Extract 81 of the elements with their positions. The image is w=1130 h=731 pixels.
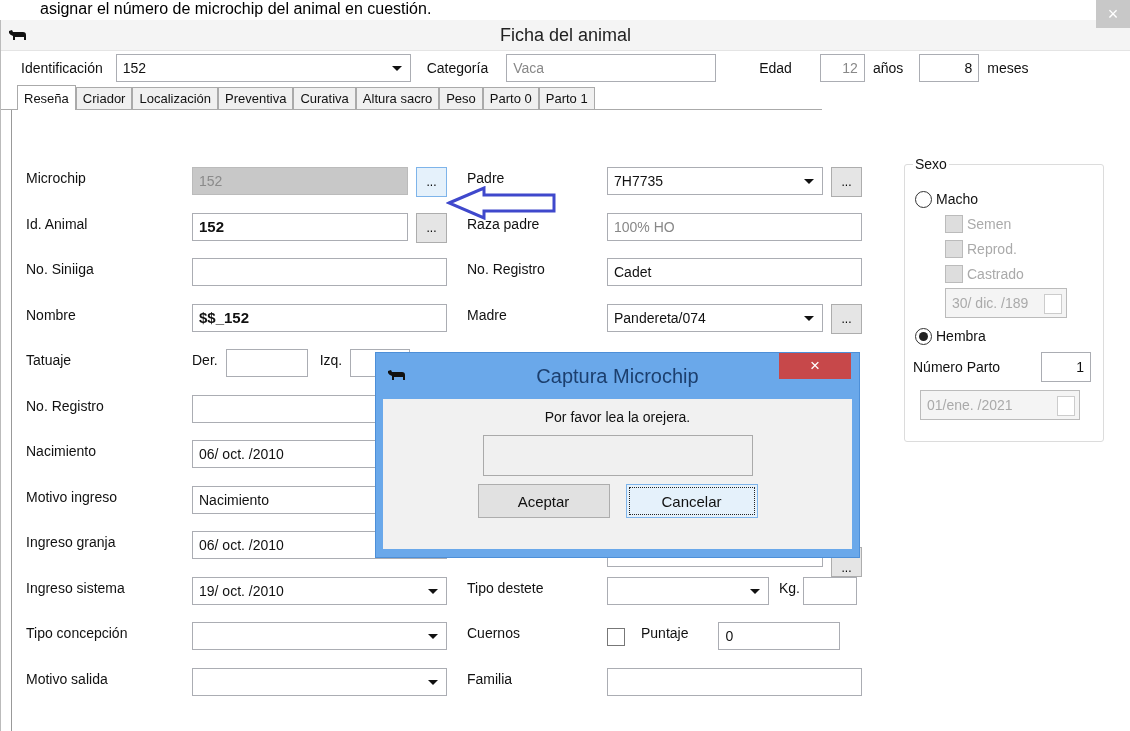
field-label: Edad (759, 60, 792, 76)
field-label: Motivo ingreso (26, 487, 119, 505)
field-label: Ingreso sistema (26, 578, 126, 596)
field-label: Padre (467, 169, 506, 186)
input-field[interactable]: 152 (192, 212, 408, 241)
field-label: Madre (467, 305, 508, 323)
window-title: Ficha del animal (499, 24, 632, 46)
tab[interactable]: Curativa (293, 87, 356, 109)
field-label: Tipo destete (467, 578, 545, 596)
cow-icon (9, 29, 27, 41)
radio-label: Hembra (936, 328, 986, 344)
close-button[interactable]: × (779, 353, 851, 379)
radio-button[interactable] (915, 327, 932, 345)
field-label: Motivo salida (26, 669, 109, 687)
browse-button[interactable]: ... (416, 212, 447, 243)
checkbox-label: Castrado (967, 265, 1024, 282)
field-label: Tipo concepción (26, 624, 129, 641)
browse-button[interactable]: ... (831, 303, 862, 334)
input-field[interactable]: Cadet (607, 258, 862, 286)
unit-label: años (872, 60, 904, 76)
radio-button[interactable] (915, 190, 932, 208)
checkbox-label: Semen (967, 215, 1012, 232)
field-label: Puntaje (641, 624, 689, 641)
field-label: No. Registro (26, 396, 105, 414)
radio-label: Macho (936, 191, 979, 207)
checkbox-label: Reprod. (967, 240, 1017, 257)
field-label: Tatuaje (26, 351, 73, 368)
input-field[interactable] (607, 667, 862, 696)
input-field[interactable]: $$_152 (192, 303, 447, 332)
input-field[interactable]: 8 (919, 54, 980, 82)
unit-label: Kg. (779, 578, 800, 596)
input-field[interactable] (225, 349, 308, 377)
tab[interactable]: Altura sacro (355, 87, 440, 109)
dropdown[interactable]: 152 (115, 54, 411, 82)
checkbox[interactable] (607, 628, 625, 646)
checkbox[interactable] (945, 214, 963, 233)
field-label: Cuernos (467, 624, 521, 641)
document-text: asignar el número de microchip del animal en cuestión. (39, 0, 432, 19)
input-field[interactable] (482, 435, 753, 476)
browse-button[interactable]: ... (831, 167, 862, 197)
field-label: Familia (467, 669, 514, 687)
tab[interactable]: Reseña (17, 85, 76, 110)
field-label: Identificación (21, 60, 103, 76)
tab[interactable]: Criador (75, 87, 133, 109)
dropdown[interactable]: Pandereta/074 (607, 303, 823, 332)
group-title: Sexo (913, 156, 949, 172)
input-field[interactable] (803, 576, 857, 605)
dropdown[interactable]: 7H7735 (607, 167, 823, 195)
dropdown[interactable] (192, 667, 447, 696)
field-label: Izq. (319, 351, 343, 368)
input-field[interactable] (192, 258, 447, 286)
dropdown[interactable] (192, 622, 447, 650)
dropdown[interactable] (607, 576, 769, 605)
input-field[interactable]: 0 (718, 622, 841, 650)
tab[interactable]: Peso (439, 87, 483, 109)
input-field[interactable]: 1 (1041, 352, 1091, 382)
dialog-message: Por favor lea la orejera. (544, 409, 691, 427)
field-label: Microchip (26, 169, 87, 186)
dropdown[interactable]: 19/ oct. /2010 (192, 576, 447, 605)
tab[interactable]: Parto 1 (538, 87, 595, 109)
input-field[interactable]: 12 (819, 54, 865, 82)
field-label: Nacimiento (26, 442, 98, 459)
field-label: Id. Animal (26, 214, 89, 232)
tab[interactable]: Preventiva (218, 87, 294, 109)
field-label: Nombre (26, 305, 77, 323)
dialog-button[interactable]: Cancelar (625, 484, 758, 518)
tab[interactable]: Localización (132, 87, 218, 109)
field-label: No. Registro (467, 260, 546, 277)
field-label: No. Siniiga (26, 260, 95, 277)
checkbox[interactable] (945, 239, 963, 258)
field-label: Der. (192, 351, 218, 368)
tab[interactable]: Parto 0 (482, 87, 539, 109)
field-label: Ingreso granja (26, 533, 117, 550)
checkbox[interactable] (945, 264, 963, 283)
dialog-button[interactable]: Aceptar (477, 484, 610, 518)
unit-label: meses (987, 60, 1029, 76)
field-label: Raza padre (467, 214, 541, 232)
field-label: Categoría (426, 60, 489, 76)
cow-icon (388, 369, 406, 381)
field-label: Número Parto (913, 359, 1001, 375)
dialog-title: Captura Microchip (536, 364, 699, 388)
